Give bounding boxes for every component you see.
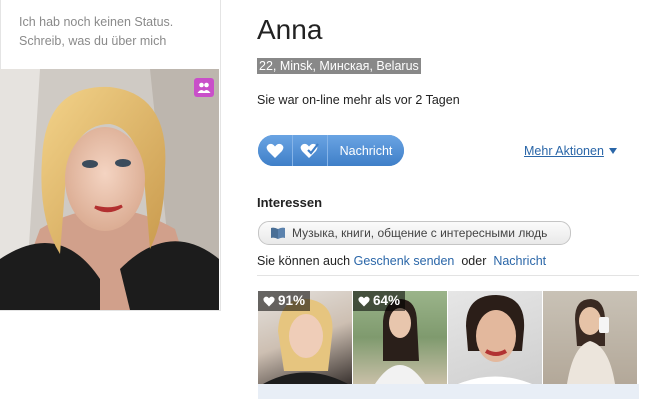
photo-thumbnail-image (567, 299, 615, 384)
match-percent: 64% (373, 293, 401, 308)
heart-check-icon (300, 143, 319, 158)
photo-thumbnail-image (458, 295, 532, 384)
match-percent: 91% (278, 293, 306, 308)
chevron-down-icon (608, 148, 617, 154)
send-gift-link[interactable]: Geschenk senden (354, 254, 455, 268)
friends-icon[interactable] (194, 78, 214, 97)
divider (257, 275, 639, 276)
status-text-line-1: Ich hab noch keinen Status. (19, 15, 174, 29)
gift-line-prefix: Sie können auch (257, 254, 351, 268)
book-icon (271, 227, 285, 239)
photo-strip-footer (258, 384, 639, 399)
photo-thumbnail[interactable]: 64% (353, 291, 447, 384)
like-button[interactable] (258, 135, 293, 166)
interest-tag[interactable]: Музыка, книги, общение с интересными люд… (258, 221, 571, 245)
status-text-line-2: Schreib, was du über mich (19, 34, 167, 48)
photo-thumbnail[interactable] (448, 291, 542, 384)
wink-button[interactable] (293, 135, 328, 166)
gift-line: Sie können auch Geschenk senden oder Nac… (257, 254, 546, 268)
match-badge: 91% (258, 291, 311, 311)
action-button-group: Nachricht (258, 135, 404, 166)
more-actions-label: Mehr Aktionen (524, 144, 604, 158)
profile-location: 22, Minsk, Минская, Belarus (257, 58, 421, 74)
status-box[interactable]: Ich hab noch keinen Status. Schreib, was… (1, 0, 220, 68)
online-status: Sie war on-line mehr als vor 2 Tagen (257, 93, 460, 107)
send-message-link[interactable]: Nachricht (493, 254, 546, 268)
heart-icon (358, 296, 370, 306)
heart-icon (266, 143, 284, 158)
photo-strip: 91% 64% (258, 291, 637, 384)
message-button[interactable]: Nachricht (328, 135, 404, 166)
profile-photo[interactable] (0, 69, 219, 310)
match-badge: 64% (353, 291, 406, 311)
interest-tag-label: Музыка, книги, общение с интересными люд… (292, 226, 548, 240)
photo-thumbnail[interactable] (543, 291, 637, 384)
gift-line-or: oder (461, 254, 487, 268)
more-actions-link[interactable]: Mehr Aktionen (524, 144, 617, 158)
profile-name: Anna (257, 14, 323, 45)
heart-icon (263, 296, 275, 306)
photo-thumbnail[interactable]: 91% (258, 291, 352, 384)
interests-heading: Interessen (257, 195, 323, 210)
profile-photo-image (0, 69, 219, 310)
